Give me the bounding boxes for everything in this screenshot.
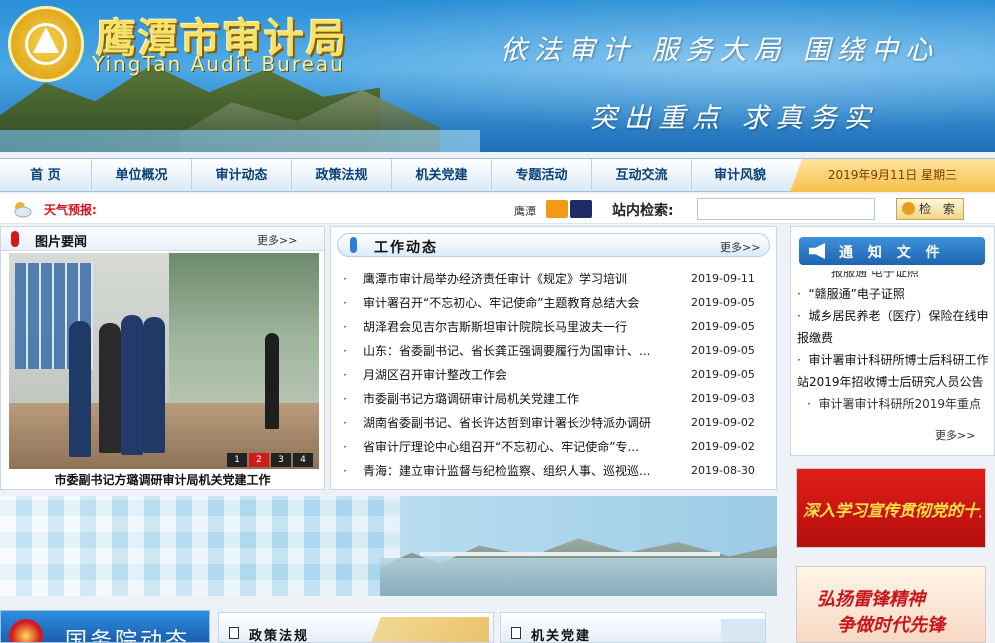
search-input[interactable] — [697, 198, 875, 220]
search-button[interactable]: 检 索 — [896, 198, 964, 220]
notice-item[interactable]: · 城乡居民养老（医疗）保险在线申报缴费 — [797, 305, 989, 349]
nav-policy[interactable]: 政策法规 — [292, 159, 392, 192]
banner-river — [0, 130, 480, 152]
photo-dot-3[interactable]: 3 — [271, 453, 291, 467]
search-icon — [902, 202, 915, 215]
leifeng-banner-line-1: 弘扬雷锋精神 — [817, 589, 925, 610]
person — [69, 321, 91, 457]
photo-dot-2[interactable]: 2 — [249, 453, 269, 467]
person — [121, 315, 143, 455]
photo-news-title: 图片要闻 — [35, 235, 88, 250]
search-button-label: 检 索 — [919, 202, 959, 216]
state-council-label: 国务院动态 — [65, 629, 191, 643]
policy-section-title: 政策法规 — [249, 629, 310, 643]
news-item[interactable]: · 审计署召开“不忘初心、牢记使命”主题教育总结大会 2019-09-05 — [339, 291, 771, 315]
search-bar: 天气预报: 鹰潭 站内检索: 检 索 — [0, 194, 995, 224]
nav-style[interactable]: 审计风貌 — [692, 159, 788, 192]
photo-news-caption[interactable]: 市委副书记方璐调研审计局机关党建工作 — [1, 471, 324, 489]
page: 鹰潭市审计局 YingTan Audit Bureau 依法审计 服务大局 围绕… — [0, 0, 995, 643]
work-news-header: 工作动态 更多>> — [337, 233, 770, 257]
header-banner: 鹰潭市审计局 YingTan Audit Bureau 依法审计 服务大局 围绕… — [0, 0, 995, 152]
work-news-list: · 鹰潭市审计局举办经济责任审计《规定》学习培训 2019-09-11 · 审计署召开… — [339, 267, 771, 483]
audit-logo-icon[interactable] — [8, 6, 84, 82]
notice-header: 通 知 文 件 — [799, 237, 985, 265]
photo-pagination: 1234 — [225, 451, 313, 467]
leifeng-banner-line-2: 争做时代先锋 — [837, 615, 945, 636]
bridge — [420, 552, 720, 556]
party-section-header[interactable]: 机关党建 — [500, 612, 766, 643]
news-item[interactable]: · 鹰潭市审计局举办经济责任审计《规定》学习培训 2019-09-11 — [339, 267, 771, 291]
weather-moon-icon — [570, 200, 592, 218]
nav-home[interactable]: 首 页 — [0, 159, 92, 192]
slogan-line-2: 突出重点 求真务实 — [590, 103, 878, 134]
photo-news-more-link[interactable]: 更多>> — [257, 232, 297, 248]
notice-panel: 通 知 文 件 报服通 电子证照 · “赣服通”电子证照 · 城乡居民养老（医疗… — [790, 226, 995, 456]
nav-overview[interactable]: 单位概况 — [92, 159, 192, 192]
study-banner-text: 深入学习宣传贯彻党的十九大精神 — [803, 501, 981, 520]
person — [143, 317, 165, 453]
weather-label: 天气预报: — [44, 203, 97, 217]
news-item[interactable]: · 月湖区召开审计整改工作会 2019-09-05 — [339, 363, 771, 387]
main-nav: 首 页 单位概况 审计动态 政策法规 机关党建 专题活动 互动交流 审计风貌 2… — [0, 158, 995, 192]
work-news-more-link[interactable]: 更多>> — [720, 239, 760, 255]
notice-item-clipped[interactable]: 报服通 电子证照 — [797, 271, 989, 283]
nav-interaction[interactable]: 互动交流 — [592, 159, 692, 192]
work-news-panel: 工作动态 更多>> · 鹰潭市审计局举办经济责任审计《规定》学习培训 2019-09… — [330, 226, 777, 490]
work-news-title: 工作动态 — [374, 240, 438, 256]
site-title-en: YingTan Audit Bureau — [92, 52, 345, 76]
weather-sun-icon — [546, 200, 568, 218]
slogan-line-1: 依法审计 服务大局 围绕中心 — [500, 35, 940, 66]
national-emblem-icon — [9, 619, 43, 642]
nav-party[interactable]: 机关党建 — [392, 159, 492, 192]
search-label: 站内检索: — [612, 203, 674, 219]
city-banner-image[interactable] — [0, 496, 777, 596]
news-item[interactable]: · 市委副书记方璐调研审计局机关党建工作 2019-09-03 — [339, 387, 771, 411]
document-icon — [229, 627, 239, 639]
blue-marker-icon — [350, 237, 357, 253]
photo-news-panel: 图片要闻 更多>> 1234 市委副书记方璐调研审计局机关党建工作 — [0, 226, 325, 490]
leifeng-banner-ad[interactable]: 弘扬雷锋精神 争做时代先锋 — [796, 566, 986, 643]
news-item[interactable]: · 山东：省委副书记、省长龚正强调要履行为国审计、... 2019-09-05 — [339, 339, 771, 363]
policy-section-header[interactable]: 政策法规 — [218, 612, 494, 643]
photo-dot-4[interactable]: 4 — [293, 453, 313, 467]
current-date: 2019年9月11日 星期三 — [790, 159, 995, 192]
photo-news-header: 图片要闻 更多>> — [1, 227, 324, 251]
person — [265, 333, 279, 429]
red-marker-icon — [11, 231, 19, 247]
notice-title: 通 知 文 件 — [839, 245, 945, 261]
study-banner-ad[interactable]: 深入学习宣传贯彻党的十九大精神 — [796, 468, 986, 548]
state-council-link[interactable]: 国务院动态 — [0, 610, 210, 643]
notice-list[interactable]: 报服通 电子证照 · “赣服通”电子证照 · 城乡居民养老（医疗）保险在线申报缴… — [797, 271, 989, 427]
notice-item[interactable]: · “赣服通”电子证照 — [797, 283, 989, 305]
notice-more-link[interactable]: 更多>> — [935, 427, 975, 443]
nav-topics[interactable]: 专题活动 — [492, 159, 592, 192]
speaker-icon — [809, 243, 825, 259]
weather-city: 鹰潭 — [514, 205, 536, 218]
document-icon — [511, 627, 521, 639]
news-item[interactable]: · 省审计厅理论中心组召开“不忘初心、牢记使命”专... 2019-09-02 — [339, 435, 771, 459]
party-section-title: 机关党建 — [531, 629, 592, 643]
nav-audit-news[interactable]: 审计动态 — [192, 159, 292, 192]
photo-dot-1[interactable]: 1 — [227, 453, 247, 467]
notice-item-clipped[interactable]: · 审计署审计科研所2019年重点 — [797, 393, 989, 415]
news-item[interactable]: · 胡泽君会见吉尔吉斯斯坦审计院院长马里波夫一行 2019-09-05 — [339, 315, 771, 339]
notice-item[interactable]: · 审计署审计科研所博士后科研工作站2019年招收博士后研究人员公告 — [797, 349, 989, 393]
person — [99, 323, 121, 453]
photo-news-image[interactable]: 1234 — [9, 253, 319, 469]
news-item[interactable]: · 青海：建立审计监督与纪检监察、组织人事、巡视巡... 2019-08-30 — [339, 459, 771, 483]
weather-cloud-icon — [14, 202, 32, 218]
news-item[interactable]: · 湖南省委副书记、省长许达哲到审计署长沙特派办调研 2019-09-02 — [339, 411, 771, 435]
